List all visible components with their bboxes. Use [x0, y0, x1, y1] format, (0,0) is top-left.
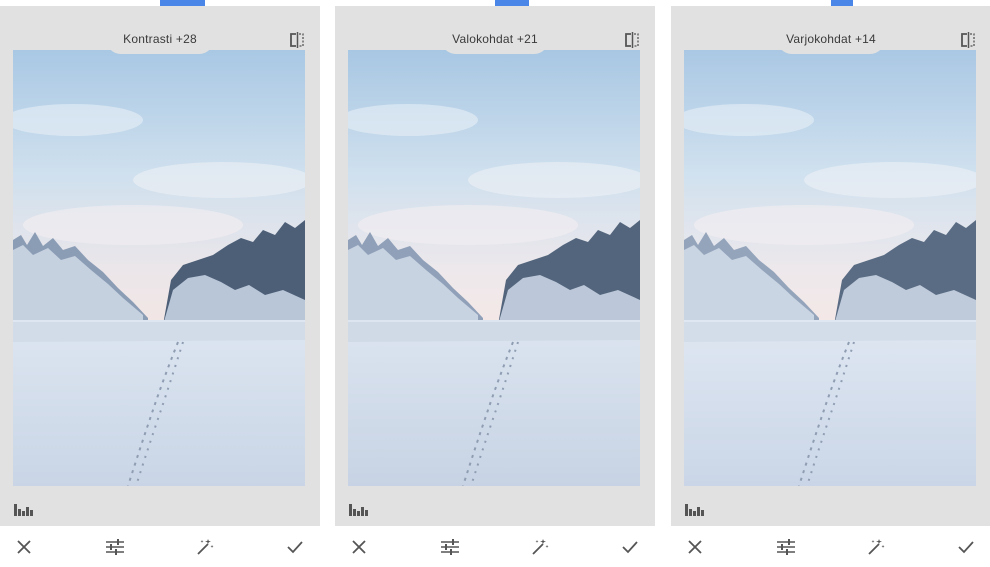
check-icon[interactable]	[619, 536, 641, 558]
histogram-icon[interactable]	[685, 502, 705, 521]
close-icon[interactable]	[348, 536, 370, 558]
compare-icon[interactable]	[288, 32, 306, 53]
compare-icon[interactable]	[959, 32, 977, 53]
check-icon[interactable]	[955, 536, 977, 558]
close-icon[interactable]	[13, 536, 35, 558]
editor-area: Varjokohdat +14	[671, 6, 990, 526]
compare-icon[interactable]	[623, 32, 641, 53]
tune-icon[interactable]	[439, 536, 461, 558]
adjustment-label: Valokohdat +21	[441, 24, 549, 54]
editor-panel-2: Valokohdat +21	[335, 0, 655, 567]
snow-landscape-photo	[13, 50, 305, 486]
histogram-icon[interactable]	[349, 502, 369, 521]
editor-area: Valokohdat +21	[335, 6, 655, 526]
snow-landscape-photo	[348, 50, 640, 486]
action-bar	[335, 526, 655, 567]
close-icon[interactable]	[684, 536, 706, 558]
tune-icon[interactable]	[104, 536, 126, 558]
magic-wand-icon[interactable]	[529, 536, 551, 558]
editor-panel-3: Varjokohdat +14	[671, 0, 990, 567]
magic-wand-icon[interactable]	[194, 536, 216, 558]
action-bar	[0, 526, 320, 567]
histogram-icon[interactable]	[14, 502, 34, 521]
editor-panel-1: Kontrasti +28	[0, 0, 320, 567]
snow-landscape-photo	[684, 50, 976, 486]
editor-area: Kontrasti +28	[0, 6, 320, 526]
adjustment-label: Varjokohdat +14	[777, 24, 885, 54]
magic-wand-icon[interactable]	[865, 536, 887, 558]
tune-icon[interactable]	[775, 536, 797, 558]
action-bar	[671, 526, 990, 567]
adjustment-label: Kontrasti +28	[106, 24, 214, 54]
check-icon[interactable]	[284, 536, 306, 558]
